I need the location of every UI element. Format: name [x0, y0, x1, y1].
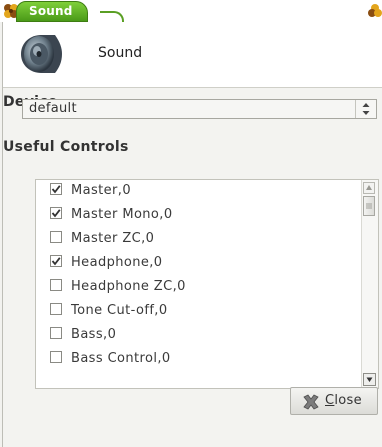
control-item-label: Headphone ZC,0 [71, 279, 186, 294]
close-label-rest: lose [334, 393, 362, 408]
checkbox-unchecked[interactable] [50, 279, 62, 291]
spin-arrows-icon[interactable] [355, 100, 376, 118]
control-item[interactable]: Master Mono,0 [50, 204, 173, 226]
close-x-icon [303, 394, 319, 410]
control-item[interactable]: Bass,0 [50, 324, 116, 346]
checkbox-unchecked[interactable] [50, 303, 62, 315]
header-title: Sound [98, 45, 143, 61]
scroll-thumb[interactable] [363, 196, 375, 216]
close-button-label: Close [325, 393, 362, 408]
sound-window: Sound Sound default Useful Controls Mast… [0, 0, 382, 447]
control-item[interactable]: Master ZC,0 [50, 228, 154, 250]
control-item-label: Tone Cut-off,0 [71, 303, 168, 318]
checkbox-checked[interactable] [50, 207, 62, 219]
window-body: Sound Device default Useful Controls Mas… [2, 22, 382, 447]
checkmark-icon [51, 185, 61, 194]
title-bar[interactable]: Sound [0, 0, 382, 23]
window-title: Sound [16, 1, 88, 22]
close-mnemonic: C [325, 393, 335, 408]
control-item-label: Headphone,0 [71, 255, 163, 270]
control-item[interactable]: Headphone ZC,0 [50, 276, 186, 298]
control-item[interactable]: Bass Control,0 [50, 348, 171, 370]
control-item[interactable]: Master,0 [50, 180, 131, 202]
control-item[interactable]: Tone Cut-off,0 [50, 300, 168, 322]
checkmark-icon [51, 257, 61, 266]
checkbox-unchecked[interactable] [50, 351, 62, 363]
speaker-icon [21, 35, 62, 73]
scroll-down-arrow-icon[interactable] [363, 373, 376, 386]
control-item[interactable]: Headphone,0 [50, 252, 162, 274]
checkbox-unchecked[interactable] [50, 327, 62, 339]
checkbox-checked[interactable] [50, 255, 62, 267]
control-item-label: Bass Control,0 [71, 351, 171, 366]
controls-scrollbar[interactable] [361, 180, 378, 388]
dialog-header: Sound [3, 22, 382, 88]
control-item-label: Master,0 [71, 183, 131, 198]
scroll-up-arrow-icon[interactable] [363, 182, 375, 194]
controls-list[interactable]: Master,0 Master Mono,0 Master ZC,0 Headphon… [35, 179, 379, 389]
checkbox-unchecked[interactable] [50, 231, 62, 243]
checkmark-icon [51, 209, 61, 218]
useful-controls-label: Useful Controls [3, 139, 129, 155]
clover-icon[interactable] [368, 3, 382, 19]
device-value: default [29, 101, 77, 116]
control-item-label: Bass,0 [71, 327, 117, 342]
control-item-label: Master ZC,0 [71, 231, 155, 246]
control-item-label: Master Mono,0 [71, 207, 173, 222]
checkbox-checked[interactable] [50, 183, 62, 195]
close-button[interactable]: Close [290, 387, 378, 415]
device-combobox[interactable]: default [22, 99, 377, 119]
